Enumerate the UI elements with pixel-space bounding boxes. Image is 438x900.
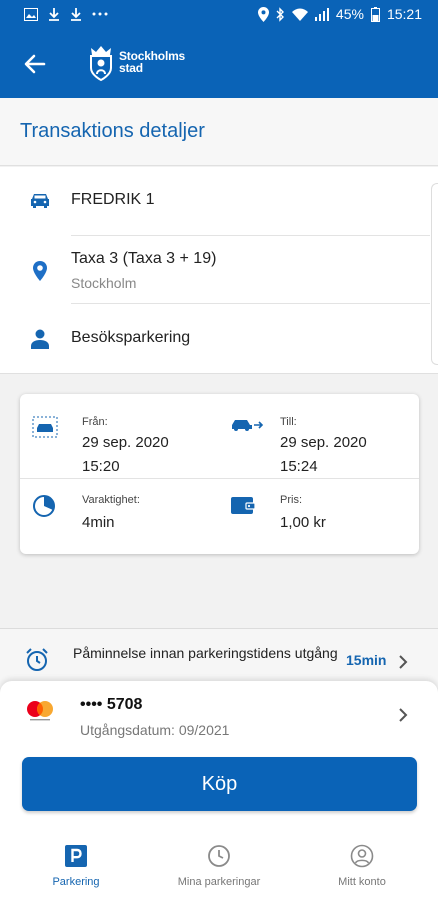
to-time: 15:24 bbox=[280, 458, 318, 475]
car-icon bbox=[28, 189, 52, 213]
reminder-value: 15min bbox=[346, 652, 387, 668]
vehicle-name: FREDRIK 1 bbox=[71, 191, 155, 208]
chevron-right-icon bbox=[398, 707, 408, 728]
parked-car-icon bbox=[32, 416, 58, 443]
reminder-label: Påminnelse innan parkeringstidens utgång bbox=[73, 645, 338, 661]
from-time: 15:20 bbox=[82, 458, 120, 475]
clock-icon bbox=[146, 844, 292, 868]
account-icon bbox=[289, 844, 435, 868]
vehicle-row: FREDRIK 1 bbox=[0, 167, 430, 235]
nav-item-parkering[interactable]: Parkering bbox=[3, 844, 149, 888]
from-date: 29 sep. 2020 bbox=[82, 434, 169, 451]
page-title: Transaktions detaljer bbox=[20, 120, 205, 142]
chevron-right-icon bbox=[398, 654, 408, 675]
wallet-icon bbox=[230, 494, 256, 521]
zone-city: Stockholm bbox=[71, 275, 137, 291]
nav-item-mina-parkeringar[interactable]: Mina parkeringar bbox=[146, 844, 292, 888]
card-number: •••• 5708 bbox=[80, 696, 143, 713]
divider bbox=[20, 478, 419, 479]
duration-value: 4min bbox=[82, 514, 115, 531]
brand-line-2: stad bbox=[119, 61, 143, 75]
price-value: 1,00 kr bbox=[280, 514, 326, 531]
bottom-nav: Parkering Mina parkeringar Mitt konto bbox=[0, 830, 438, 900]
nav-label-mina-parkeringar: Mina parkeringar bbox=[177, 876, 261, 888]
permit-row: Besöksparkering bbox=[0, 303, 430, 373]
parking-details-card: Från: 29 sep. 2020 15:20 Till: 29 sep. 2… bbox=[20, 394, 419, 554]
alarm-clock-icon bbox=[24, 647, 50, 678]
crest-icon bbox=[90, 46, 112, 82]
carousel-edge bbox=[431, 183, 438, 365]
person-icon bbox=[28, 327, 52, 351]
duration-label: Varaktighet: bbox=[82, 494, 140, 506]
nav-label-parkering: Parkering bbox=[52, 876, 100, 888]
back-arrow-icon[interactable] bbox=[22, 51, 48, 77]
buy-button[interactable]: Köp bbox=[22, 757, 417, 811]
parking-info-section: FREDRIK 1 Taxa 3 (Taxa 3 + 19) Stockholm… bbox=[0, 167, 438, 374]
wifi-icon bbox=[291, 8, 308, 21]
car-leaving-icon bbox=[230, 416, 264, 437]
to-date: 29 sep. 2020 bbox=[280, 434, 367, 451]
to-label: Till: bbox=[280, 416, 297, 428]
more-notifications-icon bbox=[92, 12, 108, 16]
battery-percent: 45% bbox=[335, 6, 364, 22]
permit-type: Besöksparkering bbox=[71, 329, 191, 346]
card-expiry: Utgångsdatum: 09/2021 bbox=[80, 722, 230, 738]
download-icon bbox=[48, 7, 60, 21]
nav-item-mitt-konto[interactable]: Mitt konto bbox=[289, 844, 435, 888]
zone-name: Taxa 3 (Taxa 3 + 19) bbox=[71, 250, 217, 267]
pie-clock-icon bbox=[32, 494, 56, 523]
parking-icon bbox=[3, 844, 149, 868]
zone-row: Taxa 3 (Taxa 3 + 19) Stockholm bbox=[0, 235, 430, 303]
from-label: Från: bbox=[82, 416, 108, 428]
signal-icon bbox=[314, 7, 329, 21]
price-label: Pris: bbox=[280, 494, 302, 506]
app-bar: Stockholms stad bbox=[0, 30, 438, 98]
clock-time: 15:21 bbox=[386, 6, 422, 22]
image-notification-icon bbox=[24, 7, 38, 21]
status-bar: 45% 15:21 bbox=[0, 0, 438, 30]
title-bar: Transaktions detaljer bbox=[0, 98, 438, 166]
reminder-row[interactable]: Påminnelse innan parkeringstidens utgång… bbox=[0, 628, 438, 688]
download-icon bbox=[70, 7, 82, 21]
location-icon bbox=[257, 6, 269, 22]
bluetooth-icon bbox=[276, 6, 285, 22]
location-pin-icon bbox=[28, 259, 52, 283]
stockholms-stad-logo: Stockholms stad bbox=[86, 42, 185, 82]
nav-label-mitt-konto: Mitt konto bbox=[338, 876, 386, 888]
battery-icon bbox=[370, 6, 380, 22]
mastercard-icon bbox=[24, 699, 56, 728]
